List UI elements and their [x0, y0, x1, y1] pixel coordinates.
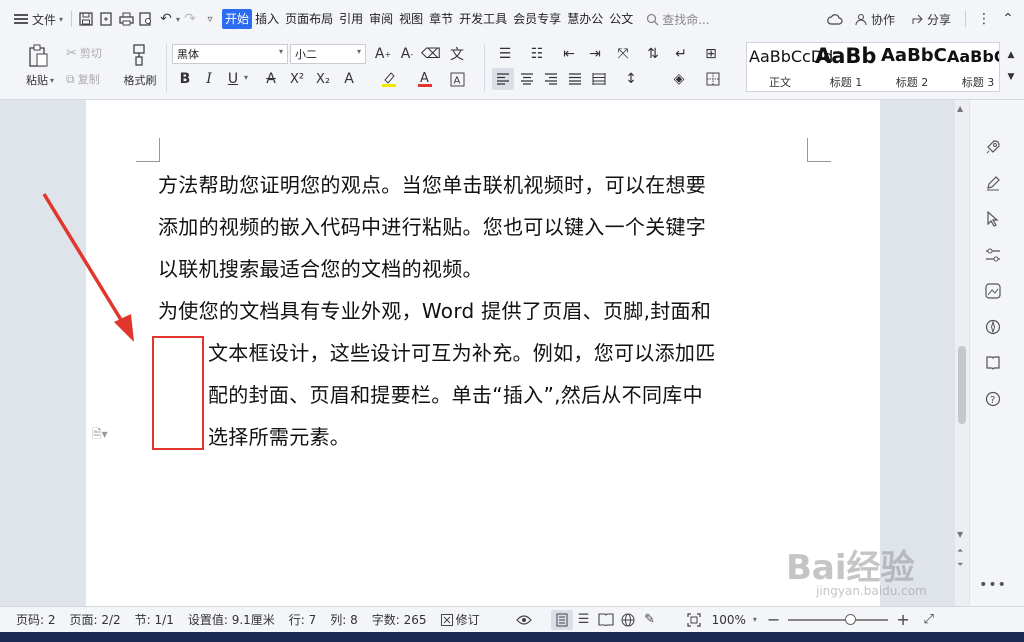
reading-view-icon[interactable] [595, 610, 617, 630]
track-changes-label: 修订 [455, 613, 480, 627]
zoom-dropdown-icon[interactable]: ▾ [753, 615, 757, 624]
image-tool-icon[interactable] [982, 280, 1004, 302]
status-bar: 页码: 2 页面: 2/2 节: 1/1 设置值: 9.1厘米 行: 7 列: … [0, 606, 1024, 632]
track-changes-button[interactable]: 修订 [434, 611, 487, 628]
watermark: Bai经验 jingyan.baidu.com [786, 540, 927, 598]
scrollbar-thumb[interactable] [958, 346, 966, 424]
ai-assistant-icon[interactable] [982, 316, 1004, 338]
column-indicator[interactable]: 列: 8 [323, 611, 365, 628]
fullscreen-icon[interactable]: ⤢ [918, 610, 940, 630]
annotation-highlight-box [152, 336, 204, 450]
zoom-slider[interactable] [788, 613, 889, 625]
row-indicator[interactable]: 行: 7 [282, 611, 324, 628]
watermark-brand: Bai经验 [786, 548, 915, 588]
taskbar-strip [0, 632, 1024, 642]
help-icon[interactable]: ? [982, 388, 1004, 410]
adjust-icon[interactable] [982, 244, 1004, 266]
cursor-icon[interactable] [982, 208, 1004, 230]
annotation-arrow-head [114, 314, 134, 342]
setting-value[interactable]: 设置值: 9.1厘米 [181, 611, 282, 628]
annotation-arrow-shaft [42, 193, 128, 329]
section-count[interactable]: 节: 1/1 [128, 611, 181, 628]
rocket-icon[interactable] [982, 136, 1004, 158]
fit-page-icon[interactable] [683, 610, 705, 630]
zoom-in-icon[interactable]: + [896, 610, 909, 629]
web-view-icon[interactable] [617, 610, 639, 630]
page-view-icon[interactable] [550, 609, 573, 630]
zoom-level[interactable]: 100% [705, 613, 753, 627]
book-icon[interactable] [982, 352, 1004, 374]
page-number[interactable]: 页码: 2 [0, 611, 63, 628]
zoom-out-icon[interactable]: − [767, 610, 780, 629]
scroll-up-icon[interactable]: ▲ [957, 104, 963, 113]
vertical-scrollbar[interactable]: ▲ ▼ ⏶ ⏷ [955, 100, 969, 606]
more-icon[interactable]: ••• [979, 574, 1006, 596]
pen-icon[interactable] [982, 172, 1004, 194]
outline-view-icon[interactable]: ☰ [573, 610, 595, 630]
watermark-url: jingyan.baidu.com [816, 584, 927, 598]
word-count[interactable]: 字数: 265 [365, 611, 434, 628]
write-mode-icon[interactable]: ✎ [639, 610, 661, 630]
scroll-down-icon[interactable]: ▼ [957, 530, 963, 539]
next-page-icon[interactable]: ⏷ [957, 560, 963, 570]
page-count[interactable]: 页面: 2/2 [63, 611, 128, 628]
eye-protection-icon[interactable] [513, 610, 535, 630]
track-changes-icon [440, 613, 453, 626]
right-sidebar: ? ••• [970, 100, 1024, 606]
previous-page-icon[interactable]: ⏶ [957, 546, 963, 556]
zoom-slider-handle[interactable] [845, 613, 857, 625]
svg-text:?: ? [990, 395, 995, 406]
